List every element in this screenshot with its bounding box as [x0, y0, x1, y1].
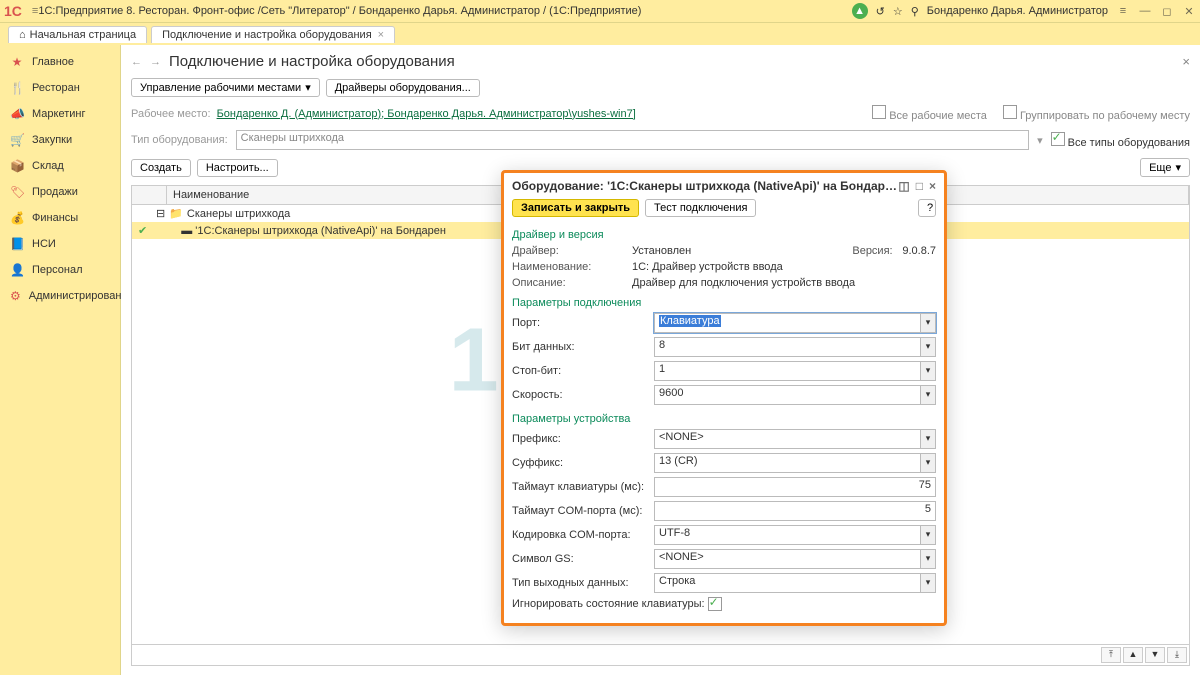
menu-icon[interactable]: ≡	[32, 5, 38, 17]
item-icon: ▬	[181, 225, 192, 237]
tab-bar: ⌂ Начальная страница Подключение и настр…	[0, 22, 1200, 45]
star-icon: ★	[10, 55, 24, 69]
com-timeout-input[interactable]: 5	[654, 501, 936, 521]
equip-type-label: Тип оборудования:	[131, 134, 228, 146]
tab-equipment[interactable]: Подключение и настройка оборудования ×	[151, 26, 395, 43]
home-icon: ⌂	[19, 29, 26, 41]
speed-select[interactable]: 9600▾	[654, 385, 936, 405]
check-icon: ✔	[138, 224, 147, 237]
minimize-icon[interactable]: —	[1138, 5, 1152, 17]
more-button[interactable]: Еще ▾	[1140, 158, 1190, 177]
test-connection-button[interactable]: Тест подключения	[645, 199, 756, 217]
workplace-label: Рабочее место:	[131, 108, 211, 120]
page-title: Подключение и настройка оборудования	[169, 53, 455, 70]
modal-maximize-icon[interactable]: □	[916, 179, 923, 193]
databits-select[interactable]: 8▾	[654, 337, 936, 357]
suffix-select[interactable]: 13 (CR)▾	[654, 453, 936, 473]
gear-icon: ⚙	[10, 289, 21, 303]
grid-pager: ⤒ ▲ ▼ ⤓	[132, 644, 1189, 665]
nav-purchases[interactable]: 🛒Закупки	[0, 127, 120, 153]
modal-title: Оборудование: '1С:Сканеры штрихкода (Nat…	[512, 179, 898, 193]
folder-icon: 📁	[169, 207, 183, 220]
nav-finance[interactable]: 💰Финансы	[0, 205, 120, 231]
tab-home[interactable]: ⌂ Начальная страница	[8, 26, 147, 43]
section-device: Параметры устройства	[512, 413, 936, 425]
nav-warehouse[interactable]: 📦Склад	[0, 153, 120, 179]
nav-main[interactable]: ★Главное	[0, 49, 120, 75]
save-close-button[interactable]: Записать и закрыть	[512, 199, 639, 217]
nav-personnel[interactable]: 👤Персонал	[0, 257, 120, 283]
pager-down[interactable]: ▼	[1145, 647, 1165, 663]
section-driver: Драйвер и версия	[512, 229, 936, 241]
manage-workplaces-button[interactable]: Управление рабочими местами▾	[131, 78, 320, 97]
nav-admin[interactable]: ⚙Администрирование	[0, 283, 120, 309]
kb-timeout-input[interactable]: 75	[654, 477, 936, 497]
prefix-select[interactable]: <NONE>▾	[654, 429, 936, 449]
nav-marketing[interactable]: 📣Маркетинг	[0, 101, 120, 127]
notification-bell-icon[interactable]: ▲	[852, 3, 868, 19]
box-icon: 📦	[10, 159, 24, 173]
cutlery-icon: 🍴	[10, 81, 24, 95]
gs-select[interactable]: <NONE>▾	[654, 549, 936, 569]
output-type-select[interactable]: Строка▾	[654, 573, 936, 593]
equipment-modal: Оборудование: '1С:Сканеры штрихкода (Nat…	[501, 170, 947, 626]
collapse-icon[interactable]: ⊟	[156, 207, 165, 220]
tag-icon: 🏷	[10, 185, 24, 199]
all-types-checkbox[interactable]: Все типы оборудования	[1051, 132, 1190, 149]
nav-sales[interactable]: 🏷Продажи	[0, 179, 120, 205]
tab-close-icon[interactable]: ×	[378, 29, 384, 41]
nav-sidebar: ★Главное 🍴Ресторан 📣Маркетинг 🛒Закупки 📦…	[0, 45, 121, 675]
group-by-checkbox[interactable]: Группировать по рабочему месту	[1003, 105, 1190, 122]
all-workplaces-checkbox[interactable]: Все рабочие места	[872, 105, 987, 122]
ignore-keyboard-checkbox[interactable]	[708, 597, 722, 611]
create-button[interactable]: Создать	[131, 159, 191, 177]
workplace-link[interactable]: Бондаренко Д. (Администратор); Бондаренк…	[217, 108, 636, 120]
nav-restaurant[interactable]: 🍴Ресторан	[0, 75, 120, 101]
stopbit-select[interactable]: 1▾	[654, 361, 936, 381]
app-logo: 1C	[4, 3, 22, 19]
port-select[interactable]: Клавиатура▾	[654, 313, 936, 333]
user-label[interactable]: Бондаренко Дарья. Администратор	[927, 5, 1108, 17]
chevron-down-icon[interactable]: ▾	[921, 313, 936, 333]
app-titlebar: 1C ≡ 1С:Предприятие 8. Ресторан. Фронт-о…	[0, 0, 1200, 22]
pager-first[interactable]: ⤒	[1101, 647, 1121, 663]
window-title: 1С:Предприятие 8. Ресторан. Фронт-офис /…	[38, 5, 851, 17]
cart-icon: 🛒	[10, 133, 24, 147]
back-icon[interactable]: ←	[131, 56, 142, 68]
nav-nsi[interactable]: 📘НСИ	[0, 231, 120, 257]
pager-up[interactable]: ▲	[1123, 647, 1143, 663]
modal-dock-icon[interactable]: ◫	[898, 179, 909, 193]
close-icon[interactable]: ✕	[1182, 5, 1196, 18]
configure-button[interactable]: Настроить...	[197, 159, 278, 177]
main-area: ← → Подключение и настройка оборудования…	[121, 45, 1200, 675]
chevron-down-icon: ▾	[305, 81, 311, 94]
modal-close-icon[interactable]: ×	[929, 179, 936, 193]
drivers-button[interactable]: Драйверы оборудования...	[326, 79, 480, 97]
history-icon[interactable]: ↺	[876, 5, 885, 18]
megaphone-icon: 📣	[10, 107, 24, 121]
coin-icon: 💰	[10, 211, 24, 225]
page-close-icon[interactable]: ×	[1182, 54, 1190, 69]
forward-icon[interactable]: →	[150, 56, 161, 68]
person-icon: 👤	[10, 263, 24, 277]
book-icon: 📘	[10, 237, 24, 251]
help-button[interactable]: ?	[918, 199, 936, 217]
pager-last[interactable]: ⤓	[1167, 647, 1187, 663]
settings-icon[interactable]: ≡	[1116, 5, 1130, 17]
section-connection: Параметры подключения	[512, 297, 936, 309]
favorite-icon[interactable]: ☆	[893, 5, 903, 18]
maximize-icon[interactable]: ◻	[1160, 5, 1174, 18]
equip-type-field[interactable]: Сканеры штрихкода	[236, 130, 1029, 150]
encoding-select[interactable]: UTF-8▾	[654, 525, 936, 545]
search-icon[interactable]: ⚲	[911, 5, 919, 18]
